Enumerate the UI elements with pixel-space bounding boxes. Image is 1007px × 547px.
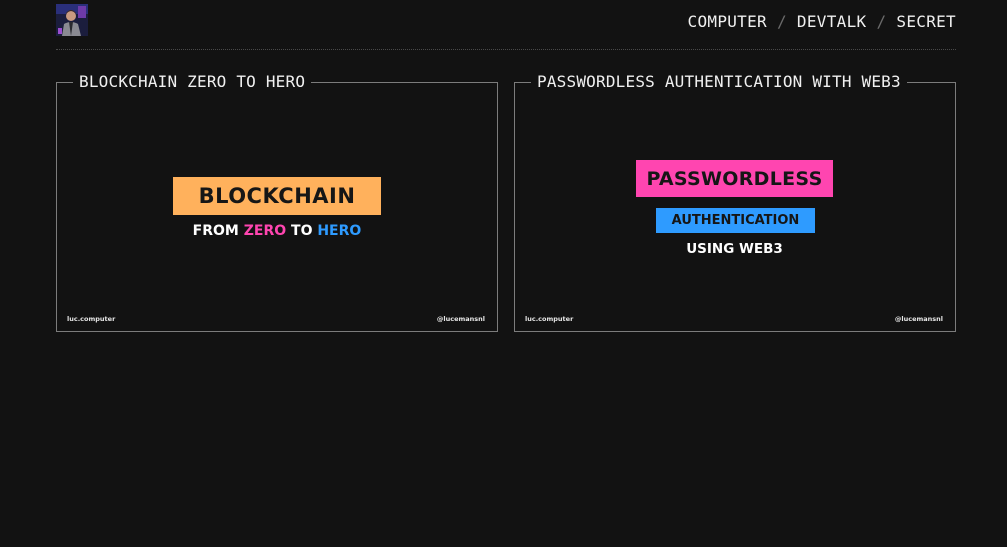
thumbnail-main-label: BLOCKCHAIN [173, 177, 381, 215]
nav-link-computer[interactable]: COMPUTER [688, 12, 767, 31]
subtitle-hero: HERO [317, 223, 362, 239]
thumbnail-main-label: PASSWORDLESS [636, 160, 833, 197]
thumbnail-secondary-label: AUTHENTICATION [656, 208, 815, 233]
avatar[interactable] [56, 4, 88, 36]
top-nav: COMPUTER / DEVTALK / SECRET [688, 12, 956, 31]
avatar-image [56, 4, 88, 36]
thumbnail-footer-handle: @lucemansnl [436, 315, 485, 323]
subtitle-from: FROM [192, 223, 244, 239]
talk-card-passwordless[interactable]: PASSWORDLESS AUTHENTICATION WITH WEB3 PA… [514, 73, 956, 332]
subtitle-zero: ZERO [243, 223, 287, 239]
subtitle-to: TO [286, 223, 318, 239]
nav-link-secret[interactable]: SECRET [896, 12, 956, 31]
nav-separator: / [776, 12, 787, 31]
thumbnail-subtitle: USING WEB3 [686, 241, 783, 257]
thumbnail-subtitle: FROM ZERO TO HERO [173, 223, 381, 239]
thumbnail-footer-handle: @lucemansnl [894, 315, 943, 323]
card-title: BLOCKCHAIN ZERO TO HERO [73, 73, 312, 91]
talk-card-blockchain[interactable]: BLOCKCHAIN ZERO TO HERO BLOCKCHAIN FROM … [56, 73, 498, 332]
nav-separator: / [876, 12, 887, 31]
site-header: COMPUTER / DEVTALK / SECRET [56, 0, 956, 50]
page: COMPUTER / DEVTALK / SECRET BLOCKCHAIN Z… [0, 0, 1007, 547]
thumbnail-footer-site: luc.computer [67, 315, 116, 323]
nav-link-devtalk[interactable]: DEVTALK [797, 12, 867, 31]
card-title: PASSWORDLESS AUTHENTICATION WITH WEB3 [531, 73, 907, 91]
thumbnail-footer-site: luc.computer [525, 315, 574, 323]
